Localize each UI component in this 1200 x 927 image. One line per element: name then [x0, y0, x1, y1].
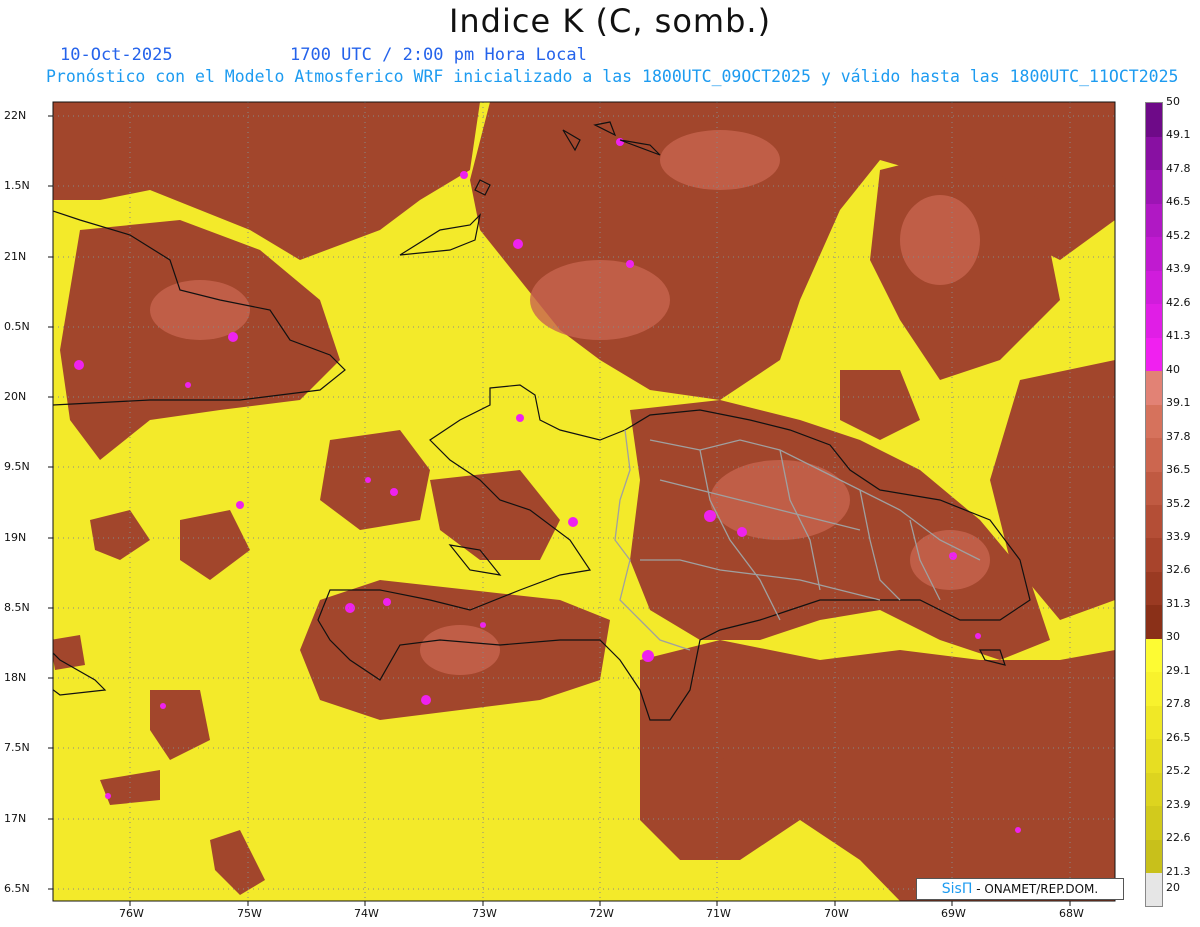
credit-org: - ONAMET/REP.DOM.	[976, 882, 1099, 896]
lat-label: 19N	[4, 531, 27, 544]
credit-box: SisΠ - ONAMET/REP.DOM.	[916, 878, 1124, 900]
legend-tick-label: 41.3	[1166, 329, 1191, 343]
legend-swatch	[1146, 337, 1162, 372]
lon-label: 68W	[1059, 907, 1084, 920]
legend-tick-label: 42.6	[1166, 295, 1191, 309]
legend-swatch	[1146, 437, 1162, 472]
legend-tick-label: 50	[1166, 95, 1180, 108]
legend-swatch	[1146, 169, 1162, 204]
legend-tick-label: 37.8	[1166, 429, 1191, 443]
lat-label: 22N	[4, 109, 27, 122]
lon-label: 72W	[589, 907, 614, 920]
legend-tick-label: 32.6	[1166, 563, 1191, 577]
legend-tick-label: 43.9	[1166, 262, 1191, 276]
lat-label: 17N	[4, 812, 27, 825]
legend-tick-label: 26.5	[1166, 730, 1191, 744]
k-index-map	[48, 101, 1116, 906]
legend-tick-label: 31.3	[1166, 596, 1191, 610]
legend-tick-label: 25.2	[1166, 764, 1191, 778]
legend-tick-label: 30	[1166, 630, 1180, 644]
legend-swatch	[1146, 638, 1162, 673]
legend-tick-label: 49.1	[1166, 128, 1191, 142]
legend-swatch	[1146, 203, 1162, 238]
legend-tick-label: 29.1	[1166, 663, 1191, 677]
legend-tick-label: 40	[1166, 362, 1180, 376]
lat-label: 20N	[4, 390, 27, 403]
legend-tick-label: 20	[1166, 881, 1180, 895]
lat-label: 18N	[4, 671, 27, 684]
legend-tick-label: 27.8	[1166, 697, 1191, 711]
legend-swatch	[1146, 571, 1162, 606]
legend-tick-label: 47.8	[1166, 161, 1191, 175]
lat-label: 8.5N	[4, 601, 30, 614]
legend-tick-label: 46.5	[1166, 195, 1191, 209]
legend-swatch	[1146, 671, 1162, 706]
color-legend	[1145, 102, 1163, 907]
legend-swatch	[1146, 872, 1162, 907]
lon-label: 71W	[706, 907, 731, 920]
legend-swatch	[1146, 370, 1162, 405]
legend-swatch	[1146, 103, 1162, 137]
lat-label: 21N	[4, 250, 27, 263]
lon-label: 74W	[354, 907, 379, 920]
legend-tick-label: 35.2	[1166, 496, 1191, 510]
legend-swatch	[1146, 270, 1162, 305]
lon-label: 75W	[237, 907, 262, 920]
lon-label: 73W	[472, 907, 497, 920]
legend-tick-label: 45.2	[1166, 228, 1191, 242]
lat-label: 9.5N	[4, 460, 30, 473]
legend-tick-label: 33.9	[1166, 529, 1191, 543]
legend-swatch	[1146, 839, 1162, 874]
legend-swatch	[1146, 303, 1162, 338]
legend-swatch	[1146, 705, 1162, 740]
legend-swatch	[1146, 537, 1162, 572]
lon-label: 70W	[824, 907, 849, 920]
legend-swatch	[1146, 404, 1162, 439]
legend-swatch	[1146, 136, 1162, 171]
legend-tick-label: 21.3	[1166, 864, 1191, 878]
legend-swatch	[1146, 236, 1162, 271]
legend-swatch	[1146, 738, 1162, 773]
legend-tick-label: 22.6	[1166, 831, 1191, 845]
lat-label: 1.5N	[4, 179, 30, 192]
lat-label: 7.5N	[4, 741, 30, 754]
legend-tick-label: 23.9	[1166, 797, 1191, 811]
plot-area	[53, 102, 1115, 901]
lat-label: 6.5N	[4, 882, 30, 895]
legend-swatch	[1146, 772, 1162, 807]
lat-label: 0.5N	[4, 320, 30, 333]
lon-label: 76W	[119, 907, 144, 920]
lon-label: 69W	[941, 907, 966, 920]
legend-tick-label: 36.5	[1166, 463, 1191, 477]
legend-swatch	[1146, 805, 1162, 840]
legend-swatch	[1146, 604, 1162, 639]
sispi-logo: SisΠ	[941, 881, 973, 897]
legend-swatch	[1146, 471, 1162, 505]
legend-swatch	[1146, 504, 1162, 539]
legend-tick-label: 39.1	[1166, 396, 1191, 410]
